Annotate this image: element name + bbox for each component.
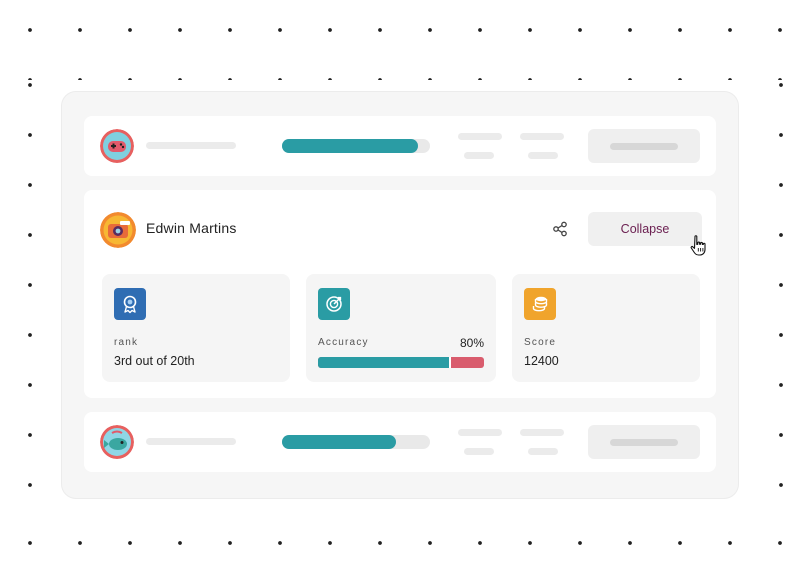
accuracy-percent: 80% xyxy=(459,336,484,350)
button-label-placeholder xyxy=(610,439,678,446)
dot-pattern-top xyxy=(0,0,800,80)
target-icon xyxy=(318,288,350,320)
rank-label: rank xyxy=(114,337,139,348)
accuracy-bar-correct xyxy=(318,357,451,368)
fish-avatar-icon xyxy=(100,425,134,459)
player-card-expanded: Edwin Martins Collapse rank 3rd out of 2… xyxy=(84,190,716,398)
share-icon xyxy=(553,221,567,237)
dot-pattern-right xyxy=(748,80,800,498)
stat-placeholder xyxy=(464,448,494,455)
stat-placeholder xyxy=(528,448,558,455)
collapse-button[interactable]: Collapse xyxy=(588,212,702,246)
progress-track xyxy=(282,435,430,449)
stat-placeholder xyxy=(464,152,494,159)
hand-pointer-cursor-icon xyxy=(688,234,710,258)
accuracy-bar xyxy=(318,357,484,368)
dot-pattern-bottom xyxy=(0,498,800,588)
award-ribbon-icon xyxy=(114,288,146,320)
player-row-collapsed[interactable] xyxy=(84,412,716,472)
rank-stat-card: rank 3rd out of 20th xyxy=(102,274,290,382)
name-placeholder xyxy=(146,142,236,149)
progress-fill xyxy=(282,139,419,153)
share-button[interactable] xyxy=(550,219,570,239)
leaderboard-window: Edwin Martins Collapse rank 3rd out of 2… xyxy=(62,92,738,498)
player-row-collapsed[interactable] xyxy=(84,116,716,176)
player-name: Edwin Martins xyxy=(146,220,237,236)
progress-fill xyxy=(282,435,396,449)
score-value: 12400 xyxy=(524,354,559,368)
screenshot-stage: Edwin Martins Collapse rank 3rd out of 2… xyxy=(0,0,800,588)
expand-button-placeholder[interactable] xyxy=(588,425,700,459)
game-controller-avatar-icon xyxy=(100,129,134,163)
score-label: Score xyxy=(524,337,557,348)
accuracy-stat-card: Accuracy 80% xyxy=(306,274,496,382)
stat-placeholder xyxy=(458,133,502,140)
coin-stack-icon xyxy=(524,288,556,320)
expand-button-placeholder[interactable] xyxy=(588,129,700,163)
stat-placeholder xyxy=(520,133,564,140)
rank-value: 3rd out of 20th xyxy=(114,354,195,368)
stat-placeholder xyxy=(528,152,558,159)
accuracy-label: Accuracy xyxy=(318,337,369,348)
stat-placeholder xyxy=(458,429,502,436)
button-label-placeholder xyxy=(610,143,678,150)
camera-avatar-icon xyxy=(100,212,136,248)
score-stat-card: Score 12400 xyxy=(512,274,700,382)
name-placeholder xyxy=(146,438,236,445)
stat-placeholder xyxy=(520,429,564,436)
dot-pattern-left xyxy=(0,80,52,498)
progress-track xyxy=(282,139,430,153)
